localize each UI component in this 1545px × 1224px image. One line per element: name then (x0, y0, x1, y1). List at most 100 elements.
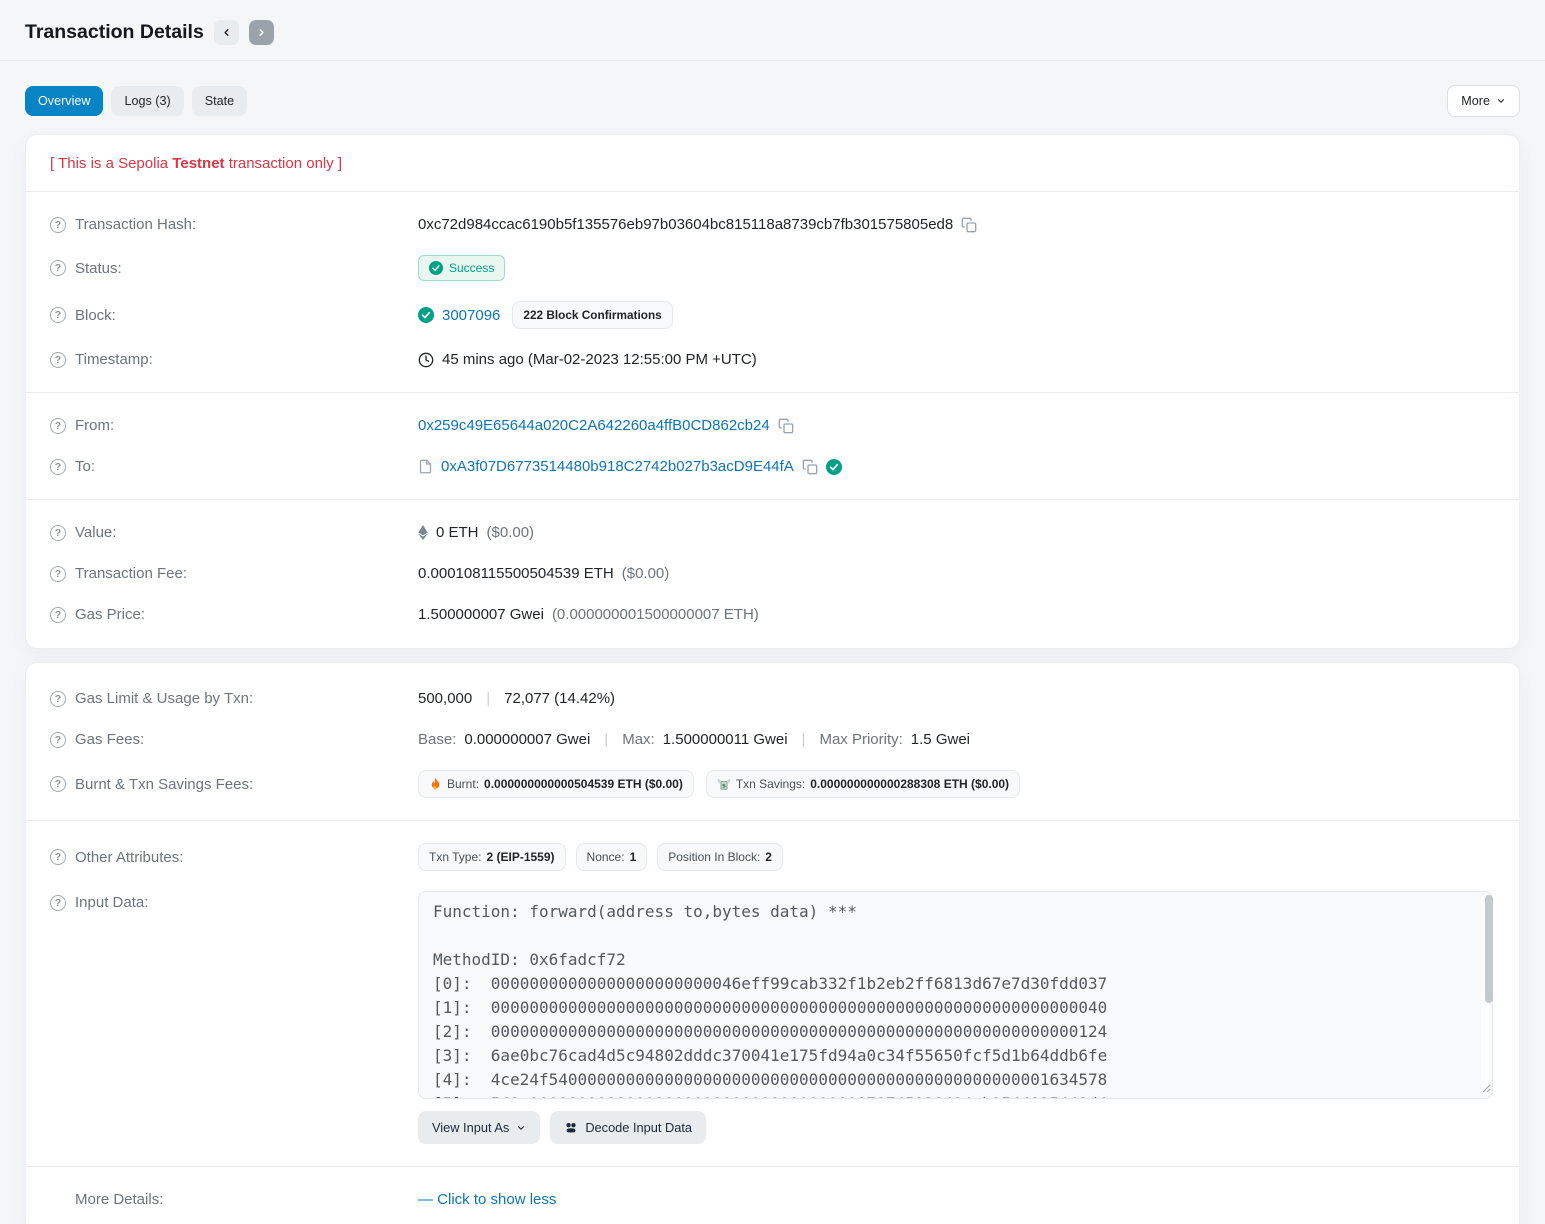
help-icon[interactable]: ? (50, 418, 66, 434)
chevron-left-icon (221, 27, 232, 38)
copy-icon (778, 418, 794, 434)
help-icon[interactable]: ? (50, 307, 66, 323)
transaction-fee-row: ?Transaction Fee: 0.000108115500504539 E… (50, 553, 1495, 594)
transaction-hash-value: 0xc72d984ccac6190b5f135576eb97b03604bc81… (418, 216, 953, 233)
status-row: ? Status: Success (50, 245, 1495, 291)
base-fee-label: Base: (418, 731, 456, 748)
burnt-savings-row: ? Burnt & Txn Savings Fees: Burnt: 0.0000… (50, 760, 1495, 808)
other-attributes-row: ?Other Attributes: Txn Type: 2 (EIP-1559… (50, 833, 1495, 881)
verified-check-icon (826, 459, 842, 475)
help-icon[interactable]: ? (50, 607, 66, 623)
status-badge: Success (418, 255, 505, 281)
chevron-right-icon (256, 27, 267, 38)
help-icon[interactable]: ? (50, 895, 66, 911)
help-icon[interactable]: ? (50, 691, 66, 707)
decode-input-data-button[interactable]: Decode Input Data (550, 1111, 706, 1144)
transaction-fee-usd: ($0.00) (622, 565, 670, 582)
eth-diamond-icon (418, 525, 428, 540)
row-label: Gas Price: (75, 606, 145, 623)
input-data-container: Function: forward(address to,bytes data)… (418, 891, 1493, 1099)
block-row: ? Block: 3007096 222 Block Confirmations (50, 291, 1495, 339)
input-data-buttons: View Input As Decode Input Data (418, 1111, 1495, 1144)
to-row: ?To: 0xA3f07D6773514480b918C2742b027b3ac… (50, 446, 1495, 487)
page-header: Transaction Details (0, 0, 1545, 61)
value-usd: ($0.00) (487, 524, 535, 541)
transaction-hash-row: ? Transaction Hash: 0xc72d984ccac6190b5f1… (50, 204, 1495, 245)
burnt-value: 0.000000000000504539 ETH ($0.00) (484, 777, 683, 791)
txn-type-badge: Txn Type: 2 (EIP-1559) (418, 843, 566, 871)
flame-icon (429, 777, 442, 791)
tab-state[interactable]: State (192, 86, 247, 116)
nonce-value: 1 (630, 850, 637, 864)
max-priority-fee-value: 1.5 Gwei (911, 731, 970, 748)
help-icon[interactable]: ? (50, 566, 66, 582)
help-icon[interactable]: ? (50, 260, 66, 276)
show-less-link[interactable]: — Click to show less (418, 1191, 556, 1208)
max-priority-fee-label: Max Priority: (819, 731, 902, 748)
separator: | (604, 731, 608, 748)
row-label: From: (75, 417, 114, 434)
row-label: Block: (75, 307, 116, 324)
nonce-label: Nonce: (587, 850, 625, 864)
copy-icon (961, 217, 977, 233)
tab-logs[interactable]: Logs (3) (111, 86, 183, 116)
timestamp-row: ? Timestamp: 45 mins ago (Mar-02-2023 12:… (50, 339, 1495, 380)
row-label: More Details: (75, 1191, 163, 1208)
view-input-as-label: View Input As (432, 1120, 509, 1135)
transaction-fee-amount: 0.000108115500504539 ETH (418, 565, 614, 582)
copy-from-address-button[interactable] (778, 418, 794, 434)
help-icon[interactable]: ? (50, 849, 66, 865)
separator: | (802, 731, 806, 748)
input-data-textarea[interactable]: Function: forward(address to,bytes data)… (418, 891, 1493, 1099)
tabs-row: Overview Logs (3) State More (0, 61, 1545, 117)
copy-to-address-button[interactable] (802, 459, 818, 475)
help-icon[interactable]: ? (50, 732, 66, 748)
timestamp-value: 45 mins ago (Mar-02-2023 12:55:00 PM +UT… (442, 351, 757, 368)
copy-transaction-hash-button[interactable] (961, 217, 977, 233)
more-details-row: More Details: — Click to show less (50, 1179, 1495, 1220)
chevron-down-icon (516, 1123, 526, 1133)
row-label: Status: (75, 260, 122, 277)
page-title: Transaction Details (25, 21, 204, 44)
to-address-link[interactable]: 0xA3f07D6773514480b918C2742b027b3acD9E44… (441, 458, 794, 475)
txn-savings-badge: $ Txn Savings: 0.000000000000288308 ETH … (706, 770, 1020, 798)
scrollbar-thumb[interactable] (1485, 895, 1493, 1003)
help-icon[interactable]: ? (50, 525, 66, 541)
help-icon[interactable]: ? (50, 459, 66, 475)
gas-limit-row: ?Gas Limit & Usage by Txn: 500,000 | 72,… (50, 678, 1495, 719)
tab-list: Overview Logs (3) State (25, 86, 247, 116)
row-label: Value: (75, 524, 116, 541)
position-in-block-badge: Position In Block: 2 (657, 843, 783, 871)
help-icon[interactable]: ? (50, 776, 66, 792)
next-transaction-button[interactable] (249, 20, 274, 45)
value-amount: 0 ETH (436, 524, 479, 541)
gas-limit-value: 500,000 (418, 690, 472, 707)
check-circle-icon (429, 261, 443, 275)
block-confirmations-badge: 222 Block Confirmations (512, 301, 672, 329)
help-icon[interactable]: ? (50, 352, 66, 368)
max-fee-label: Max: (622, 731, 655, 748)
value-row: ? Value: 0 ETH ($0.00) (50, 512, 1495, 553)
row-label: Transaction Hash: (75, 216, 196, 233)
row-label: Timestamp: (75, 351, 153, 368)
view-input-as-button[interactable]: View Input As (418, 1111, 540, 1144)
decode-blocks-icon (564, 1121, 578, 1135)
txn-savings-value: 0.000000000000288308 ETH ($0.00) (810, 777, 1009, 791)
row-label: Burnt & Txn Savings Fees: (75, 776, 253, 793)
more-dropdown-button[interactable]: More (1447, 85, 1520, 117)
money-wings-icon: $ (717, 778, 731, 791)
decode-input-data-label: Decode Input Data (585, 1120, 692, 1135)
gas-fees-row: ?Gas Fees: Base: 0.000000007 Gwei | Max:… (50, 719, 1495, 760)
from-address-link[interactable]: 0x259c49E65644a020C2A642260a4ffB0CD862cb… (418, 417, 770, 434)
gas-price-eth: (0.000000001500000007 ETH) (552, 606, 759, 623)
tab-overview[interactable]: Overview (25, 86, 103, 116)
block-number-link[interactable]: 3007096 (442, 307, 500, 324)
position-label: Position In Block: (668, 850, 760, 864)
status-text: Success (449, 261, 494, 275)
resize-handle-icon[interactable] (1482, 1080, 1491, 1097)
previous-transaction-button[interactable] (214, 20, 239, 45)
burnt-label: Burnt: (447, 777, 479, 791)
gas-price-row: ?Gas Price: 1.500000007 Gwei (0.00000000… (50, 594, 1495, 635)
txn-type-label: Txn Type: (429, 850, 481, 864)
help-icon[interactable]: ? (50, 217, 66, 233)
